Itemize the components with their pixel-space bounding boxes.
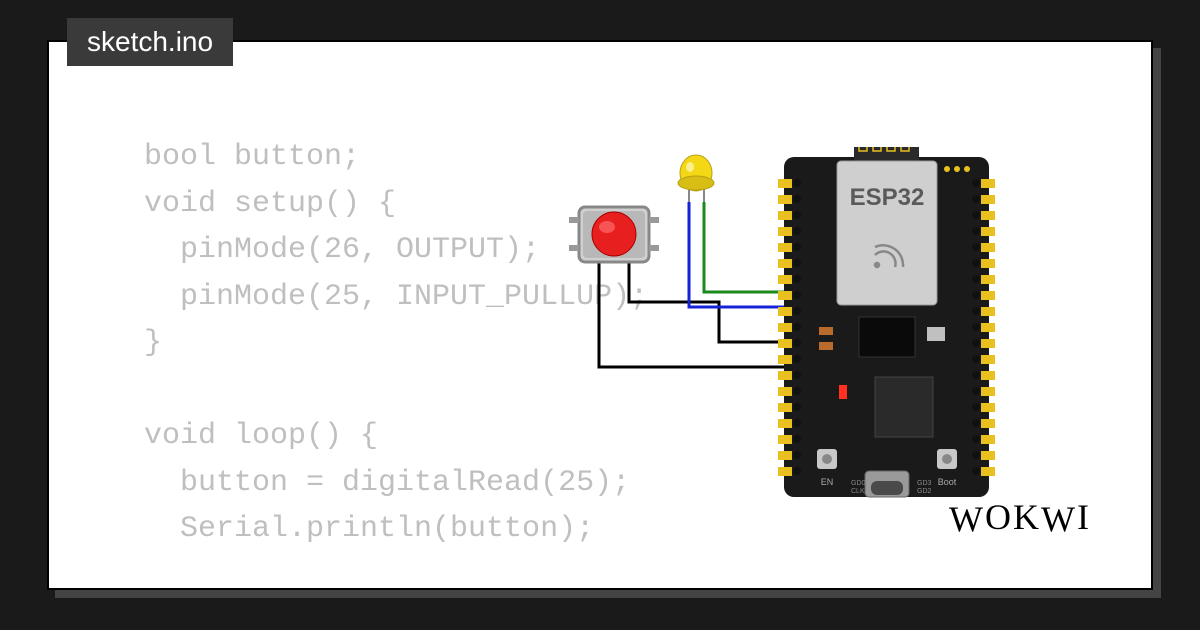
- wire-black-button: [629, 262, 799, 342]
- code-line: void loop() {: [144, 419, 378, 453]
- svg-text:GD0: GD0: [851, 480, 866, 487]
- file-tab[interactable]: sketch.ino: [67, 18, 233, 66]
- code-line: pinMode(25, INPUT_PULLUP);: [144, 280, 648, 314]
- en-button[interactable]: [817, 449, 837, 469]
- code-line: void setup() {: [144, 187, 396, 221]
- power-led-icon: [839, 385, 847, 399]
- svg-text:GD3: GD3: [917, 480, 932, 487]
- en-button-label: EN: [821, 477, 834, 487]
- chip-icon: [859, 317, 915, 357]
- code-line: }: [144, 326, 162, 360]
- espressif-logo-icon: [875, 245, 903, 267]
- led-component[interactable]: [678, 155, 714, 202]
- silk-labels: CLK GD0 GD2 GD3: [851, 480, 932, 495]
- svg-text:CLK: CLK: [851, 488, 865, 495]
- boot-button[interactable]: [937, 449, 957, 469]
- brand-logo: WOKWI: [949, 496, 1091, 538]
- code-line: pinMode(26, OUTPUT);: [144, 233, 540, 267]
- project-card: bool button; void setup() { pinMode(26, …: [47, 40, 1153, 590]
- usb-port-icon: [865, 471, 909, 497]
- boot-button-label: Boot: [938, 477, 957, 487]
- regulator-chip-icon: [875, 377, 933, 437]
- board-label: ESP32: [850, 184, 925, 211]
- code-editor[interactable]: bool button; void setup() { pinMode(26, …: [144, 134, 648, 553]
- antenna-icon: [854, 147, 919, 161]
- wire-green-led: [704, 202, 799, 292]
- code-line: button = digitalRead(25);: [144, 466, 630, 500]
- esp-module-shield: [837, 161, 937, 305]
- svg-text:GD2: GD2: [917, 488, 932, 495]
- file-tab-label: sketch.ino: [87, 26, 213, 57]
- esp32-board[interactable]: ESP32 EN Boot: [778, 147, 995, 497]
- code-line: bool button;: [144, 140, 360, 174]
- code-line: Serial.println(button);: [144, 512, 594, 546]
- wire-blue-led: [689, 202, 799, 307]
- pin-row-left: [778, 177, 801, 477]
- pin-row-right: [972, 179, 995, 476]
